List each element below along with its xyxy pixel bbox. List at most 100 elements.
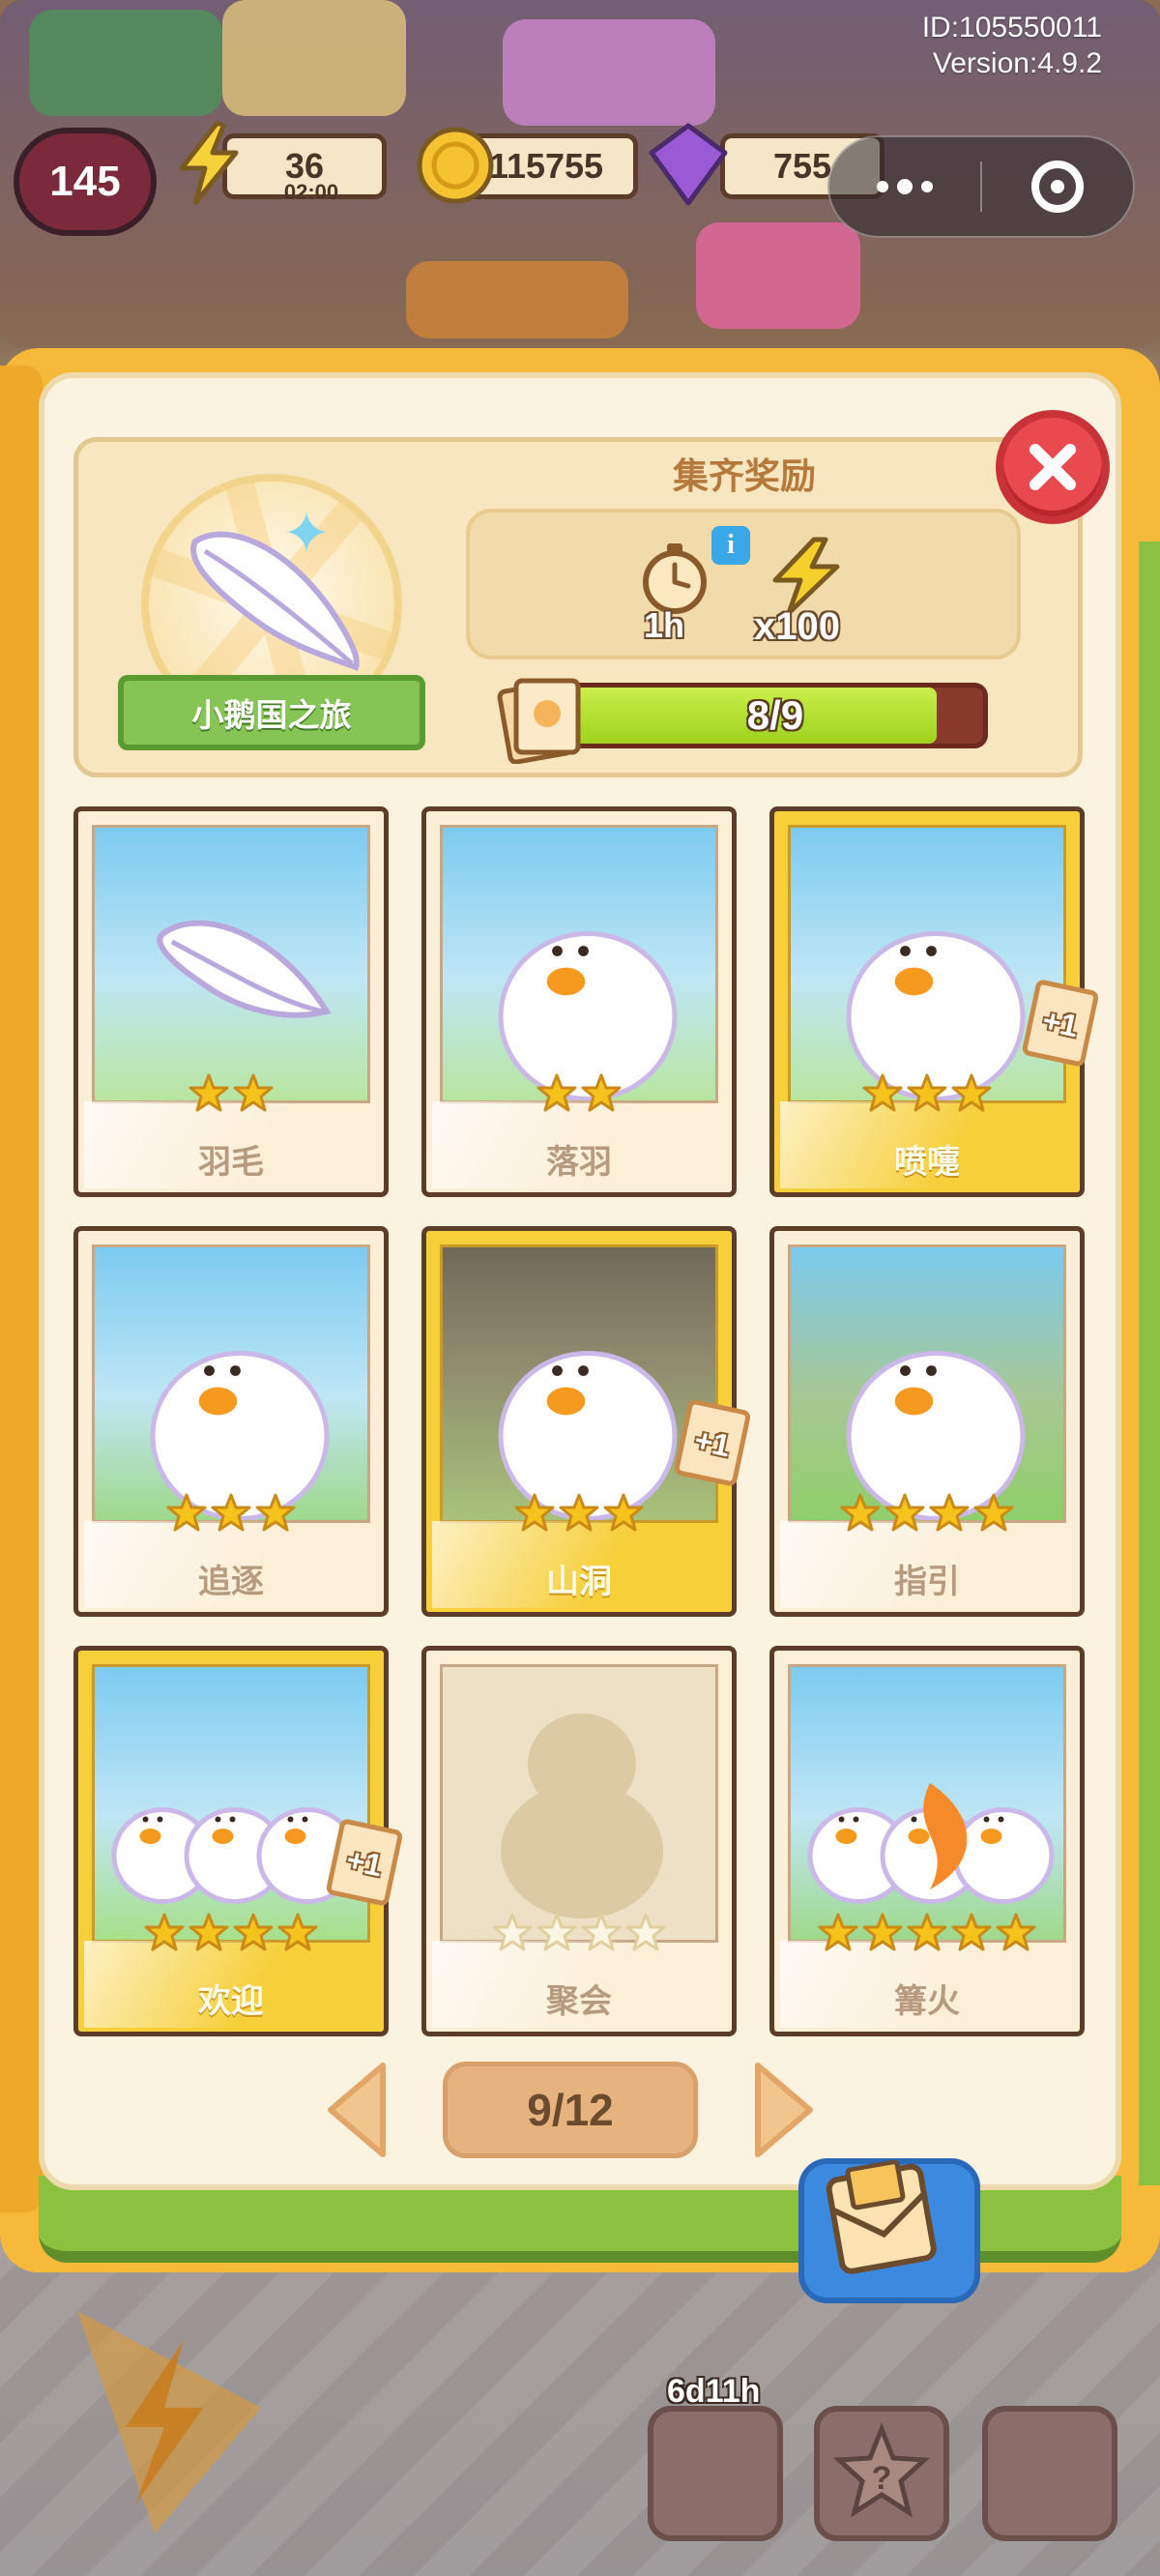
star-icon (818, 1913, 858, 1951)
friends-button[interactable] (982, 2406, 1117, 2541)
goose-icon (846, 931, 1026, 1100)
card-name: 山洞 (546, 1563, 612, 1601)
album-card[interactable]: 落羽 (421, 806, 737, 1197)
card-art (788, 1244, 1066, 1523)
card-stars (774, 1912, 1080, 1954)
star-icon (233, 1913, 274, 1951)
card-art (788, 825, 1066, 1103)
gem-icon (649, 123, 728, 206)
star-icon (188, 1073, 229, 1112)
star-icon (907, 1913, 947, 1951)
collection-name-ribbon: 小鹅国之旅 (118, 675, 425, 750)
player-level: 145 (49, 158, 121, 205)
player-level-badge[interactable]: 145 (14, 128, 157, 236)
coin-icon (417, 127, 494, 204)
star-icon (603, 1493, 644, 1532)
collection-name: 小鹅国之旅 (191, 696, 352, 734)
star-icon (188, 1913, 229, 1951)
star-icon (492, 1913, 533, 1951)
card-art (92, 1664, 370, 1943)
next-page-arrow-icon[interactable] (748, 2058, 822, 2162)
star-icon (951, 1073, 992, 1112)
star-icon (166, 1493, 207, 1532)
reward-multiplier: x100 (754, 605, 840, 648)
album-card[interactable]: 指引 (769, 1226, 1085, 1617)
gem-value: 755 (772, 146, 832, 186)
star-icon (625, 1913, 666, 1951)
close-button[interactable] (996, 410, 1110, 524)
card-name: 落羽 (546, 1143, 612, 1182)
lightning-icon (179, 121, 239, 206)
star-icon (929, 1493, 970, 1532)
star-icon (277, 1913, 318, 1951)
feather-icon (190, 531, 360, 671)
svg-text:?: ? (872, 2460, 892, 2497)
album-card[interactable]: 聚会 (421, 1646, 737, 2036)
progress-text: 8/9 (746, 692, 804, 738)
target-icon (1031, 161, 1084, 213)
build-info: ID:105550011 Version:4.9.2 (922, 10, 1102, 81)
card-art (92, 1244, 370, 1523)
lightning-icon (77, 2311, 261, 2533)
card-stars (78, 1912, 384, 1954)
card-stars (78, 1492, 384, 1535)
card-art (92, 825, 370, 1103)
version-text: Version:4.9.2 (932, 47, 1102, 79)
card-name: 指引 (894, 1563, 960, 1601)
stopwatch-icon (643, 543, 707, 614)
star-icon (255, 1493, 296, 1532)
card-name: 追逐 (198, 1563, 264, 1601)
book-edge (1139, 542, 1160, 2185)
card-name: 篝火 (894, 1982, 960, 2021)
card-art (440, 1244, 718, 1523)
reward-title: 集齐奖励 (673, 455, 816, 497)
book-spine (0, 366, 43, 2212)
star-icon (211, 1493, 251, 1532)
star-icon (862, 1913, 903, 1951)
more-menu-button[interactable] (829, 137, 980, 236)
card-art (788, 1664, 1066, 1943)
card-name: 欢迎 (198, 1982, 264, 2021)
goose-icon (498, 1351, 678, 1520)
mystery-button[interactable]: ? (814, 2406, 949, 2541)
album-card[interactable]: 追逐 (73, 1226, 389, 1617)
card-name: 羽毛 (198, 1143, 264, 1182)
page-indicator: 9/12 (443, 2062, 698, 2158)
sparkle-icon: ✦ (282, 500, 332, 568)
album-card[interactable]: 羽毛 (73, 806, 389, 1197)
card-stars (426, 1912, 732, 1954)
goose-icon (498, 931, 678, 1100)
goose-icon (150, 1351, 330, 1520)
star-icon (973, 1493, 1014, 1532)
reward-info-button[interactable]: i (711, 526, 750, 565)
reward-duration: 1h (644, 605, 685, 645)
prev-page-arrow-icon[interactable] (319, 2058, 392, 2162)
card-silhouette (440, 1664, 718, 1943)
star-icon (233, 1073, 274, 1112)
player-id: ID:105550011 (921, 12, 1102, 44)
star-icon (840, 1493, 881, 1532)
goose-icon (111, 1807, 359, 1904)
question-star-icon: ? (832, 2422, 931, 2518)
event-timer: 6d11h (667, 2373, 761, 2410)
card-stars (774, 1072, 1080, 1115)
star-icon (536, 1913, 577, 1951)
card-stars (78, 1072, 384, 1115)
star-icon (559, 1493, 599, 1532)
locked-goose-icon (501, 1713, 663, 1918)
album-card[interactable]: 篝火 (769, 1646, 1085, 2036)
envelope-card-icon (826, 2159, 937, 2274)
goose-icon (807, 1783, 1055, 1904)
coin-value: 115755 (488, 146, 604, 186)
card-stars (426, 1072, 732, 1115)
star-icon (514, 1493, 555, 1532)
goose-icon (846, 1351, 1026, 1520)
miniprogram-capsule (827, 135, 1135, 238)
star-icon (581, 1913, 622, 1951)
energy-timer: 02:00 (283, 180, 339, 204)
card-stars (426, 1492, 732, 1535)
close-miniprogram-button[interactable] (982, 137, 1133, 236)
close-icon (1030, 444, 1076, 490)
card-pack-icon (497, 678, 581, 764)
album-button[interactable] (648, 2406, 783, 2541)
